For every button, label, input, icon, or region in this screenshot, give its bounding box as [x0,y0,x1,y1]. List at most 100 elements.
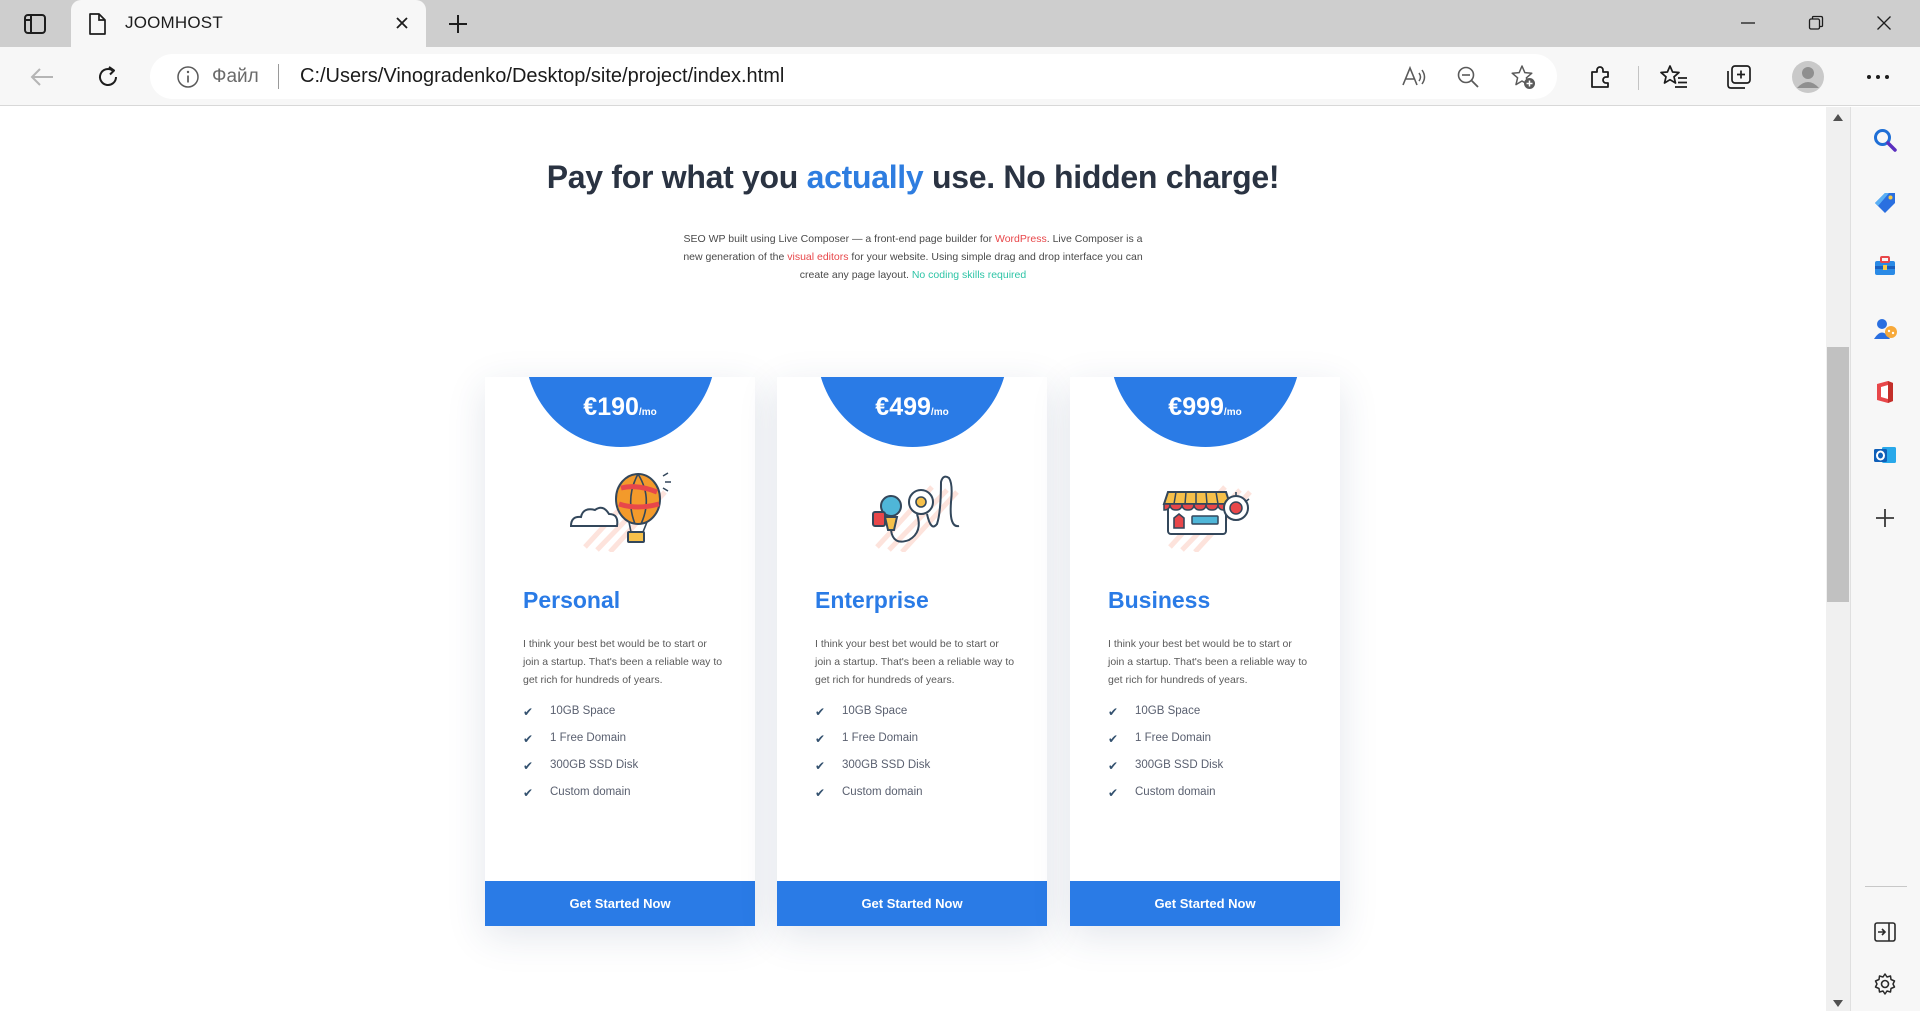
check-icon: ✔ [815,705,826,719]
add-favorite-icon [1511,65,1535,89]
feature-list: ✔ 10GB Space ✔ 1 Free Domain ✔ 300GB SSD Di… [815,705,930,813]
favorites-icon [1660,65,1687,88]
browser-sidebar [1850,107,1920,1011]
tab-title: JOOMHOST [125,13,223,32]
pricing-card-enterprise: €499/mo Enterprise I think your best bet… [777,377,1047,926]
check-icon: ✔ [1108,759,1119,773]
price-tag: €190/mo [485,393,755,422]
settings-icon [1874,973,1896,995]
profile-avatar [1792,61,1824,93]
browser-tab[interactable]: JOOMHOST [71,0,426,47]
check-icon: ✔ [1108,786,1119,800]
scroll-down-arrow-icon[interactable] [1833,1000,1843,1007]
back-arrow-icon [30,68,53,86]
hot-air-balloon-icon [569,472,671,552]
feature-list: ✔ 10GB Space ✔ 1 Free Domain ✔ 300GB SSD Di… [523,705,638,813]
hide-sidebar-icon [1874,922,1896,942]
collections-icon [1727,65,1751,89]
feature-item: ✔ Custom domain [815,786,930,813]
close-icon [1877,16,1891,30]
feature-item: ✔ 1 Free Domain [1108,732,1223,759]
sidebar-outlook-button[interactable] [1868,438,1902,472]
check-icon: ✔ [523,786,534,800]
feature-label: Custom domain [842,786,923,798]
extensions-icon [1591,66,1609,88]
minimize-icon [1741,22,1755,24]
get-started-button[interactable]: Get Started Now [777,881,1047,926]
feature-label: 10GB Space [1135,705,1201,717]
sidebar-games-button[interactable] [1868,312,1902,346]
get-started-button[interactable]: Get Started Now [485,881,755,926]
outlook-icon [1874,447,1896,463]
sidebar-office-button[interactable] [1868,375,1902,409]
extensions-button[interactable] [1583,59,1619,95]
hide-sidebar-button[interactable] [1868,915,1902,949]
check-icon: ✔ [815,759,826,773]
sidebar-shopping-button[interactable] [1868,186,1902,220]
collections-button[interactable] [1721,59,1757,95]
page-scrollbar[interactable] [1826,107,1850,1011]
heading-end: use. No hidden charge! [923,159,1280,195]
sidebar-search-button[interactable] [1868,123,1902,157]
favorites-button[interactable] [1656,59,1692,95]
feature-list: ✔ 10GB Space ✔ 1 Free Domain ✔ 300GB SSD Di… [1108,705,1223,813]
feature-label: 300GB SSD Disk [1135,759,1224,771]
price-amount: €499 [875,393,931,421]
back-button[interactable] [24,59,60,95]
close-window-button[interactable] [1861,8,1907,38]
office-icon [1877,381,1893,403]
check-icon: ✔ [815,732,826,746]
feature-label: 10GB Space [842,705,908,717]
online-store-icon [1162,485,1252,552]
add-icon [1876,509,1894,527]
tab-close-icon[interactable] [391,12,413,34]
restore-button[interactable] [1793,8,1839,38]
url-text[interactable]: C:/Users/Vinogradenko/Desktop/site/proje… [300,65,784,88]
no-coding-link[interactable]: No coding skills required [912,269,1026,281]
page-heading: Pay for what you actually use. No hidden… [0,159,1826,196]
sidebar-settings-button[interactable] [1868,967,1902,1001]
price-tag: €999/mo [1070,393,1340,422]
price-amount: €999 [1168,393,1224,421]
feature-label: 1 Free Domain [550,732,627,744]
plus-icon [449,15,467,33]
tab-actions-button[interactable] [12,7,58,41]
profile-button[interactable] [1790,59,1826,95]
sidebar-tools-button[interactable] [1868,249,1902,283]
minimize-button[interactable] [1725,8,1771,38]
add-favorite-button[interactable] [1509,63,1537,91]
check-icon: ✔ [523,732,534,746]
address-bar[interactable]: Файл C:/Users/Vinogradenko/Desktop/site/… [150,54,1557,99]
feature-item: ✔ 10GB Space [1108,705,1223,732]
tab-actions-icon [24,14,46,34]
tools-icon [1875,256,1895,275]
read-aloud-button[interactable] [1400,63,1428,91]
check-icon: ✔ [1108,705,1119,719]
heading-accent: actually [806,159,924,195]
feature-label: 300GB SSD Disk [842,759,931,771]
info-icon[interactable] [176,65,200,89]
plan-description: I think your best bet would be to start … [523,638,723,686]
refresh-button[interactable] [90,59,126,95]
get-started-button[interactable]: Get Started Now [1070,881,1340,926]
pricing-card-personal: €190/mo Personal I think your best bet w… [485,377,755,926]
zoom-button[interactable] [1454,63,1482,91]
feature-label: Custom domain [550,786,631,798]
more-menu-button[interactable] [1860,59,1896,95]
scroll-up-arrow-icon[interactable] [1833,114,1843,121]
browser-toolbar: Файл C:/Users/Vinogradenko/Desktop/site/… [0,47,1920,106]
new-tab-button[interactable] [441,8,475,40]
visual-editors-link[interactable]: visual editors [787,251,848,263]
plan-name: Business [1108,587,1211,613]
scroll-thumb[interactable] [1827,347,1849,602]
feature-label: Custom domain [1135,786,1216,798]
zoom-out-icon [1457,66,1479,88]
feature-item: ✔ 1 Free Domain [523,732,638,759]
wordpress-link[interactable]: WordPress [995,233,1047,245]
sidebar-add-button[interactable] [1868,501,1902,535]
feature-label: 300GB SSD Disk [550,759,639,771]
price-period: /mo [638,407,657,418]
web-page: Pay for what you actually use. No hidden… [0,107,1826,1011]
check-icon: ✔ [523,759,534,773]
restore-icon [1808,15,1824,30]
